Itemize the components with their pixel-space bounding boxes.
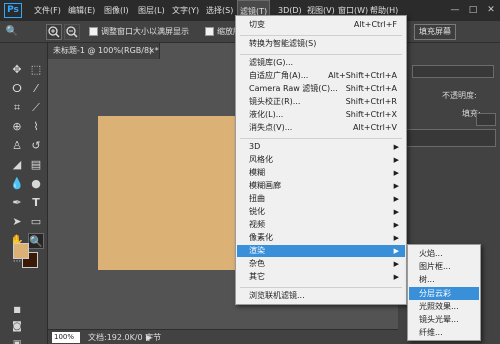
marquee-tool-icon[interactable]: ⬚ <box>28 62 44 78</box>
lasso-tool-icon[interactable]: ⵔ <box>9 81 25 97</box>
dodge-tool-icon[interactable]: ● <box>28 176 44 192</box>
menu-item-filter-gallery[interactable]: 滤镜库(G)... <box>237 57 405 69</box>
submenu-item-fibers[interactable]: 纤维... <box>409 326 479 339</box>
submenu-item-difference-clouds[interactable]: 分层云彩 <box>409 287 479 300</box>
menu-item-camera-raw[interactable]: Camera Raw 滤镜(C)... Shift+Ctrl+A <box>237 83 405 95</box>
eyedropper-tool-icon[interactable]: ⟋ <box>28 100 44 116</box>
submenu-arrow-icon: ▶ <box>393 182 399 190</box>
menu-select[interactable]: 选择(S) <box>204 0 235 21</box>
tools-panel: ✥ ⬚ ⵔ ⁄ ⌗ ⟋ ⊕ ⌇ ♙ ↺ ◢ ▤ 💧 ● ✒ T ➤ ▭ ✋ 🔍 … <box>0 43 48 344</box>
submenu-arrow-icon: ▶ <box>393 273 399 281</box>
fill-field[interactable] <box>476 113 496 126</box>
menu-item-browse-online-filters[interactable]: 浏览联机滤镜... <box>237 290 405 302</box>
menu-item-video[interactable]: 视频 ▶ <box>237 219 405 231</box>
rectangle-tool-icon[interactable]: ▭ <box>28 214 44 230</box>
submenu-item-lens-flare[interactable]: 镜头光晕... <box>409 313 479 326</box>
filter-menu: 切变 Alt+Ctrl+F 转换为智能滤镜(S) 滤镜库(G)... 自适应广角(… <box>235 15 407 305</box>
submenu-arrow-icon: ▶ <box>393 143 399 151</box>
menu-separator <box>240 54 402 55</box>
blur-tool-icon[interactable]: 💧 <box>9 176 25 192</box>
submenu-arrow-icon: ▶ <box>393 169 399 177</box>
submenu-item-lighting-effects[interactable]: 光照效果... <box>409 300 479 313</box>
submenu-arrow-icon: ▶ <box>393 247 399 255</box>
submenu-item-tree[interactable]: 树... <box>409 273 479 286</box>
status-bar: 100% 文档:192.0K/0 字节 ▶ <box>48 329 398 344</box>
menu-separator <box>240 287 402 288</box>
menu-item-distort[interactable]: 扭曲 ▶ <box>237 193 405 205</box>
menu-item-vanishing-point[interactable]: 消失点(V)... Alt+Ctrl+V <box>237 122 405 134</box>
menu-image[interactable]: 图像(I) <box>102 0 131 21</box>
status-menu-arrow-icon[interactable]: ▶ <box>146 332 152 343</box>
menu-item-other[interactable]: 其它 ▶ <box>237 271 405 283</box>
close-window-button[interactable]: ✕ <box>484 4 498 16</box>
menu-item-render[interactable]: 渲染 ▶ <box>237 245 405 257</box>
move-tool-icon[interactable]: ✥ <box>9 62 25 78</box>
menu-item-lens-correction[interactable]: 镜头校正(R)... Shift+Ctrl+R <box>237 96 405 108</box>
submenu-arrow-icon: ▶ <box>393 156 399 164</box>
resize-window-checkbox[interactable] <box>89 27 98 36</box>
menu-edit[interactable]: 编辑(E) <box>66 0 97 21</box>
menu-item-3d[interactable]: 3D ▶ <box>237 141 405 153</box>
layer-row[interactable] <box>402 129 496 147</box>
render-submenu: 火焰... 图片框... 树... 分层云彩 光照效果... 镜头光晕... 纤… <box>407 244 481 341</box>
eraser-tool-icon[interactable]: ◢ <box>9 157 25 173</box>
zoom-level-field[interactable]: 100% <box>52 332 80 343</box>
panel-search-field[interactable] <box>412 65 494 78</box>
document-tab[interactable]: 未标题-1 @ 100%(RGB/8) * × <box>48 43 160 59</box>
zoom-out-icon[interactable] <box>64 24 80 40</box>
path-selection-tool-icon[interactable]: ➤ <box>9 214 25 230</box>
menu-separator <box>240 138 402 139</box>
screen-mode-icon[interactable]: ▣ <box>9 336 25 344</box>
submenu-item-flame[interactable]: 火焰... <box>409 247 479 260</box>
menu-separator <box>240 35 402 36</box>
submenu-arrow-icon: ▶ <box>393 260 399 268</box>
swap-colors-icon[interactable]: ■ <box>9 302 25 318</box>
healing-brush-tool-icon[interactable]: ⊕ <box>9 119 25 135</box>
gradient-tool-icon[interactable]: ▤ <box>28 157 44 173</box>
zoom-all-windows-checkbox[interactable] <box>205 27 214 36</box>
resize-window-label: 调整窗口大小以满屏显示 <box>101 27 189 36</box>
submenu-arrow-icon: ▶ <box>393 234 399 242</box>
photoshop-logo: Ps <box>4 3 22 18</box>
minimize-button[interactable]: — <box>448 4 462 16</box>
pen-tool-icon[interactable]: ✒ <box>9 195 25 211</box>
zoom-tool-preset-icon[interactable]: 🔍 <box>4 24 20 40</box>
maximize-button[interactable]: □ <box>466 4 480 16</box>
menu-item-blur[interactable]: 模糊 ▶ <box>237 167 405 179</box>
submenu-arrow-icon: ▶ <box>393 195 399 203</box>
zoom-tool-icon[interactable]: 🔍 <box>28 233 44 249</box>
brush-tool-icon[interactable]: ⌇ <box>28 119 44 135</box>
menu-item-pixelate[interactable]: 像素化 ▶ <box>237 232 405 244</box>
document-tab-title: 未标题-1 @ 100%(RGB/8) * <box>53 46 159 55</box>
history-brush-tool-icon[interactable]: ↺ <box>28 138 44 154</box>
menu-type[interactable]: 文字(Y) <box>170 0 201 21</box>
menu-item-sharpen[interactable]: 锐化 ▶ <box>237 206 405 218</box>
submenu-arrow-icon: ▶ <box>393 208 399 216</box>
menu-item-stylize[interactable]: 风格化 ▶ <box>237 154 405 166</box>
close-document-icon[interactable]: × <box>148 43 155 59</box>
fill-screen-button[interactable]: 填充屏幕 <box>414 24 456 40</box>
document-canvas[interactable] <box>98 116 253 270</box>
menu-item-adaptive-wide-angle[interactable]: 自适应广角(A)... Alt+Shift+Ctrl+A <box>237 70 405 82</box>
menu-item-convert-smart-filters[interactable]: 转换为智能滤镜(S) <box>237 38 405 50</box>
submenu-arrow-icon: ▶ <box>393 221 399 229</box>
magic-wand-tool-icon[interactable]: ⁄ <box>28 81 44 97</box>
zoom-in-icon[interactable] <box>46 24 62 40</box>
crop-tool-icon[interactable]: ⌗ <box>9 100 25 116</box>
submenu-item-picture-frame[interactable]: 图片框... <box>409 260 479 273</box>
menu-item-noise[interactable]: 杂色 ▶ <box>237 258 405 270</box>
type-tool-icon[interactable]: T <box>28 195 44 211</box>
menu-item-shear[interactable]: 切变 Alt+Ctrl+F <box>237 19 405 31</box>
menu-item-blur-gallery[interactable]: 模糊画廊 ▶ <box>237 180 405 192</box>
opacity-label: 不透明度: <box>442 91 477 100</box>
foreground-color-swatch[interactable] <box>13 243 29 259</box>
quick-mask-icon[interactable]: ◙ <box>9 319 25 335</box>
clone-stamp-tool-icon[interactable]: ♙ <box>9 138 25 154</box>
menu-item-liquify[interactable]: 液化(L)... Shift+Ctrl+X <box>237 109 405 121</box>
menu-layer[interactable]: 图层(L) <box>136 0 167 21</box>
menu-file[interactable]: 文件(F) <box>32 0 63 21</box>
